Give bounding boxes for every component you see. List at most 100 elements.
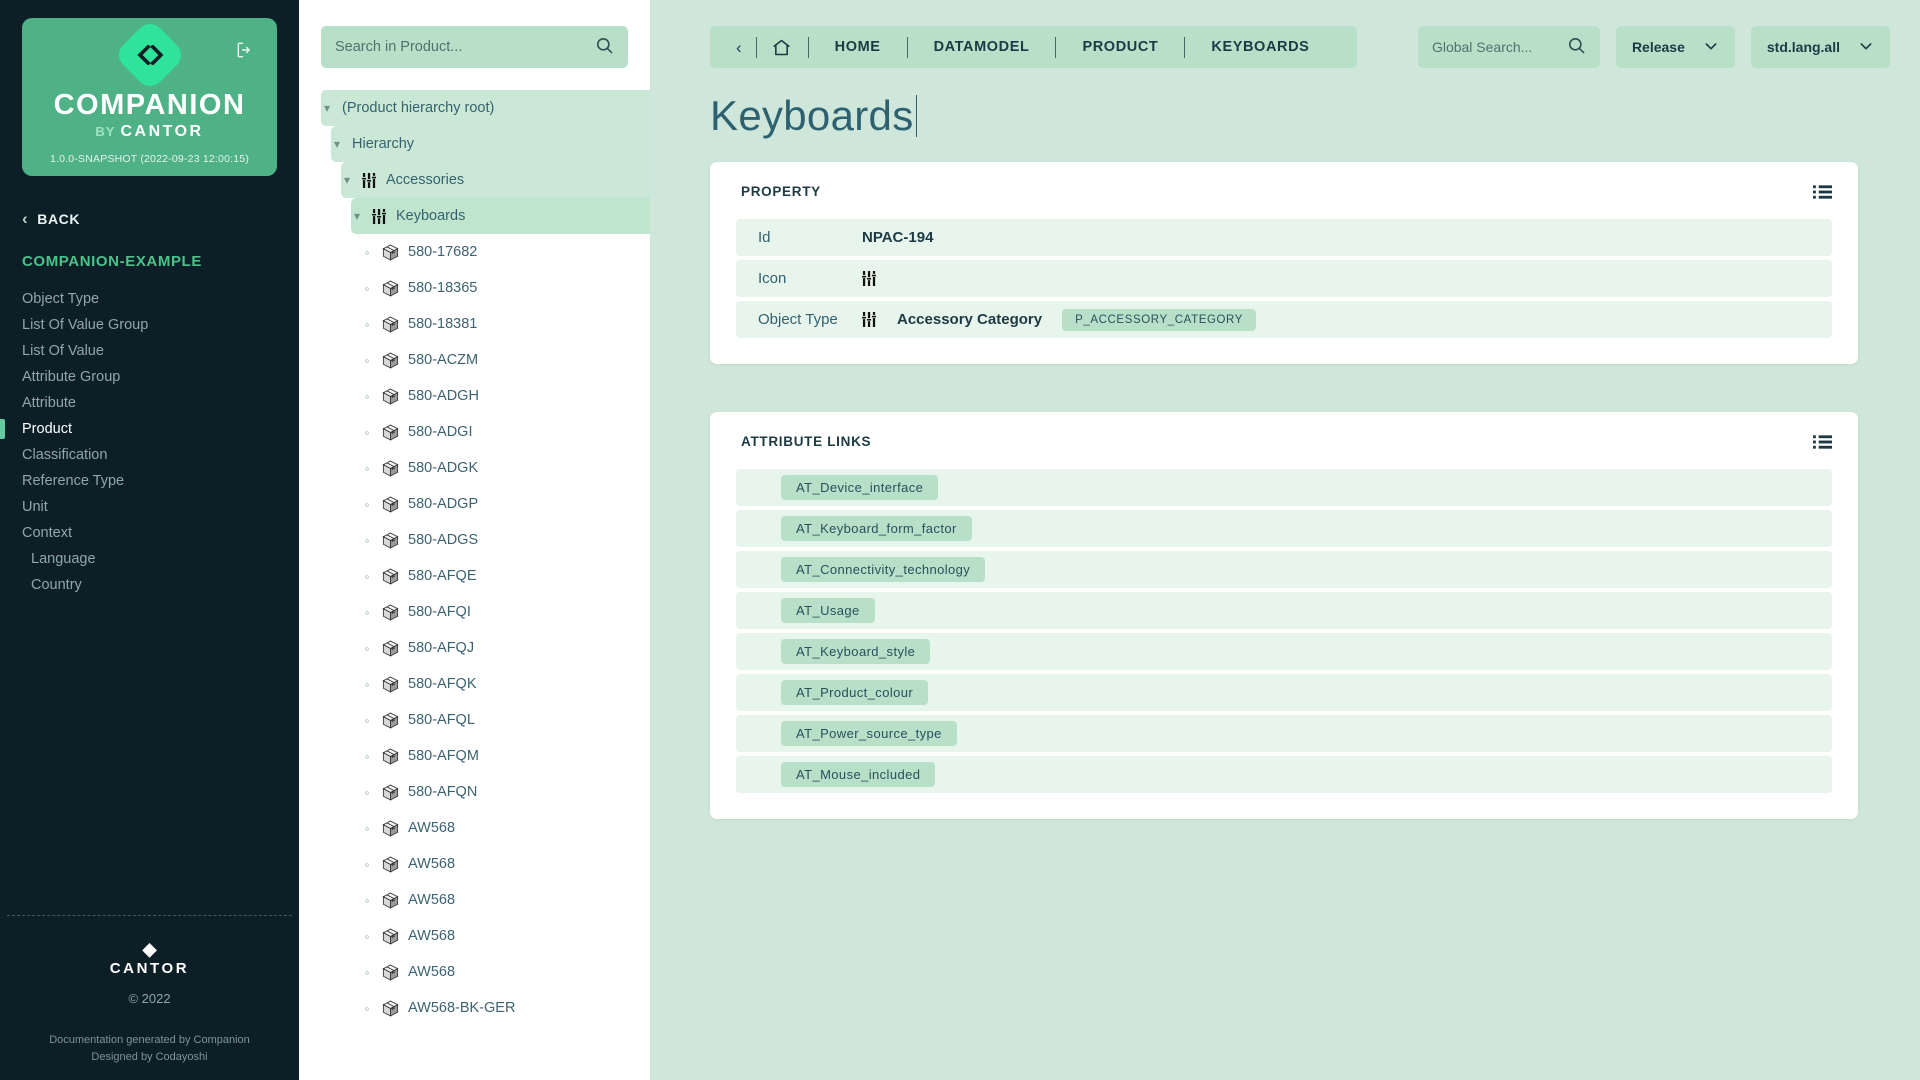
sidebar-item-label: Context bbox=[22, 525, 72, 541]
tree-leaf-row[interactable]: ◦ 580-18365 bbox=[361, 270, 650, 306]
tree-bullet-icon: ◦ bbox=[364, 244, 370, 260]
tree-leaf-row[interactable]: ◦ 580-AFQL bbox=[361, 702, 650, 738]
tree-branch-row[interactable]: ▾ Hierarchy bbox=[331, 126, 650, 162]
tree-leaf-row[interactable]: ◦ AW568 bbox=[361, 810, 650, 846]
chevron-down-icon[interactable]: ▾ bbox=[341, 173, 353, 187]
attribute-link-chip[interactable]: AT_Connectivity_technology bbox=[781, 557, 986, 582]
page-title-text: Keyboards bbox=[710, 92, 914, 139]
sidebar-item-product[interactable]: Product bbox=[0, 416, 299, 442]
sidebar-item-list-of-value[interactable]: List Of Value bbox=[0, 338, 299, 364]
project-title: COMPANION-EXAMPLE bbox=[22, 253, 202, 270]
box-icon bbox=[382, 352, 399, 369]
language-dropdown[interactable]: std.lang.all bbox=[1750, 26, 1890, 68]
property-chip[interactable]: P_ACCESSORY_CATEGORY bbox=[1062, 308, 1257, 331]
attribute-link-chip[interactable]: AT_Keyboard_style bbox=[781, 639, 931, 664]
tree-leaf-row[interactable]: ◦ 580-ADGS bbox=[361, 522, 650, 558]
sidebar-item-context[interactable]: Context bbox=[0, 520, 299, 546]
sidebar-item-list-of-value-group[interactable]: List Of Value Group bbox=[0, 312, 299, 338]
chevron-left-icon[interactable]: ‹ bbox=[732, 39, 756, 56]
tree-leaf-row[interactable]: ◦ 580-AFQM bbox=[361, 738, 650, 774]
attribute-link-chip[interactable]: AT_Mouse_included bbox=[781, 762, 936, 787]
sidebar-item-reference-type[interactable]: Reference Type bbox=[0, 468, 299, 494]
tree-bullet-icon: ◦ bbox=[364, 856, 370, 872]
product-tree: ▾ (Product hierarchy root) ▾ Hierarchy ▾ Acce… bbox=[299, 90, 650, 1026]
attribute-link-chip[interactable]: AT_Product_colour bbox=[781, 680, 929, 705]
back-label: BACK bbox=[37, 210, 81, 227]
sidebar-item-classification[interactable]: Classification bbox=[0, 442, 299, 468]
tree-leaf-row[interactable]: ◦ 580-AFQE bbox=[361, 558, 650, 594]
sidebar-item-country[interactable]: Country bbox=[0, 572, 299, 598]
breadcrumb-divider bbox=[807, 36, 809, 58]
sidebar-item-object-type[interactable]: Object Type bbox=[0, 286, 299, 312]
code-brackets-icon bbox=[112, 18, 187, 92]
topbar: ‹ HOME DATAMODEL PRODUCT KEYBOARDS Globa… bbox=[650, 0, 1920, 68]
sidebar-item-language[interactable]: Language bbox=[0, 546, 299, 572]
sidebar-item-label: Country bbox=[31, 577, 82, 593]
release-dropdown-label: Release bbox=[1631, 39, 1685, 55]
page-title[interactable]: Keyboards bbox=[710, 92, 917, 140]
attribute-link-chip[interactable]: AT_Power_source_type bbox=[781, 721, 957, 746]
tree-leaf-row[interactable]: ◦ 580-ADGK bbox=[361, 450, 650, 486]
sidebar-item-attribute[interactable]: Attribute bbox=[0, 390, 299, 416]
property-value: NPAC-194 bbox=[862, 229, 934, 246]
chevron-down-icon[interactable]: ▾ bbox=[331, 137, 343, 151]
sidebar-item-attribute-group[interactable]: Attribute Group bbox=[0, 364, 299, 390]
global-search-input[interactable] bbox=[1431, 39, 1567, 55]
tree-leaf-row[interactable]: ◦ 580-17682 bbox=[361, 234, 650, 270]
sidebar-item-label: Language bbox=[31, 551, 96, 567]
tree-leaf-row[interactable]: ◦ AW568 bbox=[361, 918, 650, 954]
box-icon bbox=[382, 1000, 399, 1017]
tree-leaf-row[interactable]: ◦ AW568 bbox=[361, 954, 650, 990]
tree-node-label: 580-17682 bbox=[408, 244, 478, 260]
chevron-down-icon[interactable]: ▾ bbox=[351, 209, 363, 223]
tree-bullet-icon: ◦ bbox=[364, 460, 370, 476]
global-search-box[interactable] bbox=[1417, 26, 1600, 68]
breadcrumb-item-product[interactable]: PRODUCT bbox=[1056, 39, 1184, 55]
attribute-link-chip[interactable]: AT_Usage bbox=[781, 598, 875, 623]
tree-node-label: Keyboards bbox=[396, 208, 466, 224]
breadcrumb-item-home[interactable]: HOME bbox=[809, 39, 907, 55]
tree-leaf-row[interactable]: ◦ 580-18381 bbox=[361, 306, 650, 342]
logout-icon[interactable] bbox=[235, 40, 255, 60]
chevron-down-icon bbox=[1858, 38, 1874, 57]
tree-node-label: 580-AFQN bbox=[408, 784, 478, 800]
tree-branch-row[interactable]: ▾ (Product hierarchy root) bbox=[321, 90, 650, 126]
box-icon bbox=[382, 316, 399, 333]
attribute-link-row: AT_Power_source_type bbox=[736, 715, 1832, 752]
tree-leaf-row[interactable]: ◦ 580-AFQI bbox=[361, 594, 650, 630]
chevron-down-icon[interactable]: ▾ bbox=[321, 101, 333, 115]
tree-search-box[interactable] bbox=[321, 26, 628, 68]
tree-leaf-row[interactable]: ◦ 580-AFQN bbox=[361, 774, 650, 810]
tree-leaf-row[interactable]: ◦ 580-ADGI bbox=[361, 414, 650, 450]
tree-leaf-row[interactable]: ◦ AW568 bbox=[361, 846, 650, 882]
search-input[interactable] bbox=[335, 39, 595, 55]
cantor-wordmark: CANTOR bbox=[109, 959, 190, 977]
list-menu-icon[interactable] bbox=[1813, 184, 1832, 204]
attribute-link-chip[interactable]: AT_Keyboard_form_factor bbox=[781, 516, 972, 541]
tree-leaf-row[interactable]: ◦ AW568-BK-GER bbox=[361, 990, 650, 1026]
search-icon[interactable] bbox=[1567, 36, 1586, 59]
list-menu-icon[interactable] bbox=[1813, 434, 1832, 454]
breadcrumb-divider bbox=[1184, 36, 1186, 58]
tree-node-label: AW568-BK-GER bbox=[408, 1000, 516, 1016]
tree-leaf-row[interactable]: ◦ 580-AFQJ bbox=[361, 630, 650, 666]
tree-leaf-row[interactable]: ◦ 580-ADGP bbox=[361, 486, 650, 522]
tree-node-label: 580-AFQI bbox=[408, 604, 471, 620]
breadcrumb-item-keyboards[interactable]: KEYBOARDS bbox=[1185, 39, 1335, 55]
breadcrumb-item-datamodel[interactable]: DATAMODEL bbox=[908, 39, 1056, 55]
release-dropdown[interactable]: Release bbox=[1615, 26, 1735, 68]
back-button[interactable]: ‹ BACK bbox=[22, 210, 299, 227]
tree-leaf-row[interactable]: ◦ 580-ADGH bbox=[361, 378, 650, 414]
tree-leaf-row[interactable]: ◦ 580-AFQK bbox=[361, 666, 650, 702]
tree-branch-row[interactable]: ▾ Keyboards bbox=[351, 198, 650, 234]
sidebar-footer: ◆ CANTOR © 2022 Documentation generated … bbox=[0, 914, 299, 1066]
tree-leaf-row[interactable]: ◦ 580-ACZM bbox=[361, 342, 650, 378]
tree-branch-row[interactable]: ▾ Accessories bbox=[341, 162, 650, 198]
sidebar-item-unit[interactable]: Unit bbox=[0, 494, 299, 520]
search-icon[interactable] bbox=[595, 36, 614, 59]
main-content: ‹ HOME DATAMODEL PRODUCT KEYBOARDS Globa… bbox=[650, 0, 1920, 1080]
property-panel-title: PROPERTY bbox=[741, 184, 821, 199]
home-icon[interactable] bbox=[757, 37, 808, 58]
attribute-link-chip[interactable]: AT_Device_interface bbox=[781, 475, 939, 500]
tree-leaf-row[interactable]: ◦ AW568 bbox=[361, 882, 650, 918]
